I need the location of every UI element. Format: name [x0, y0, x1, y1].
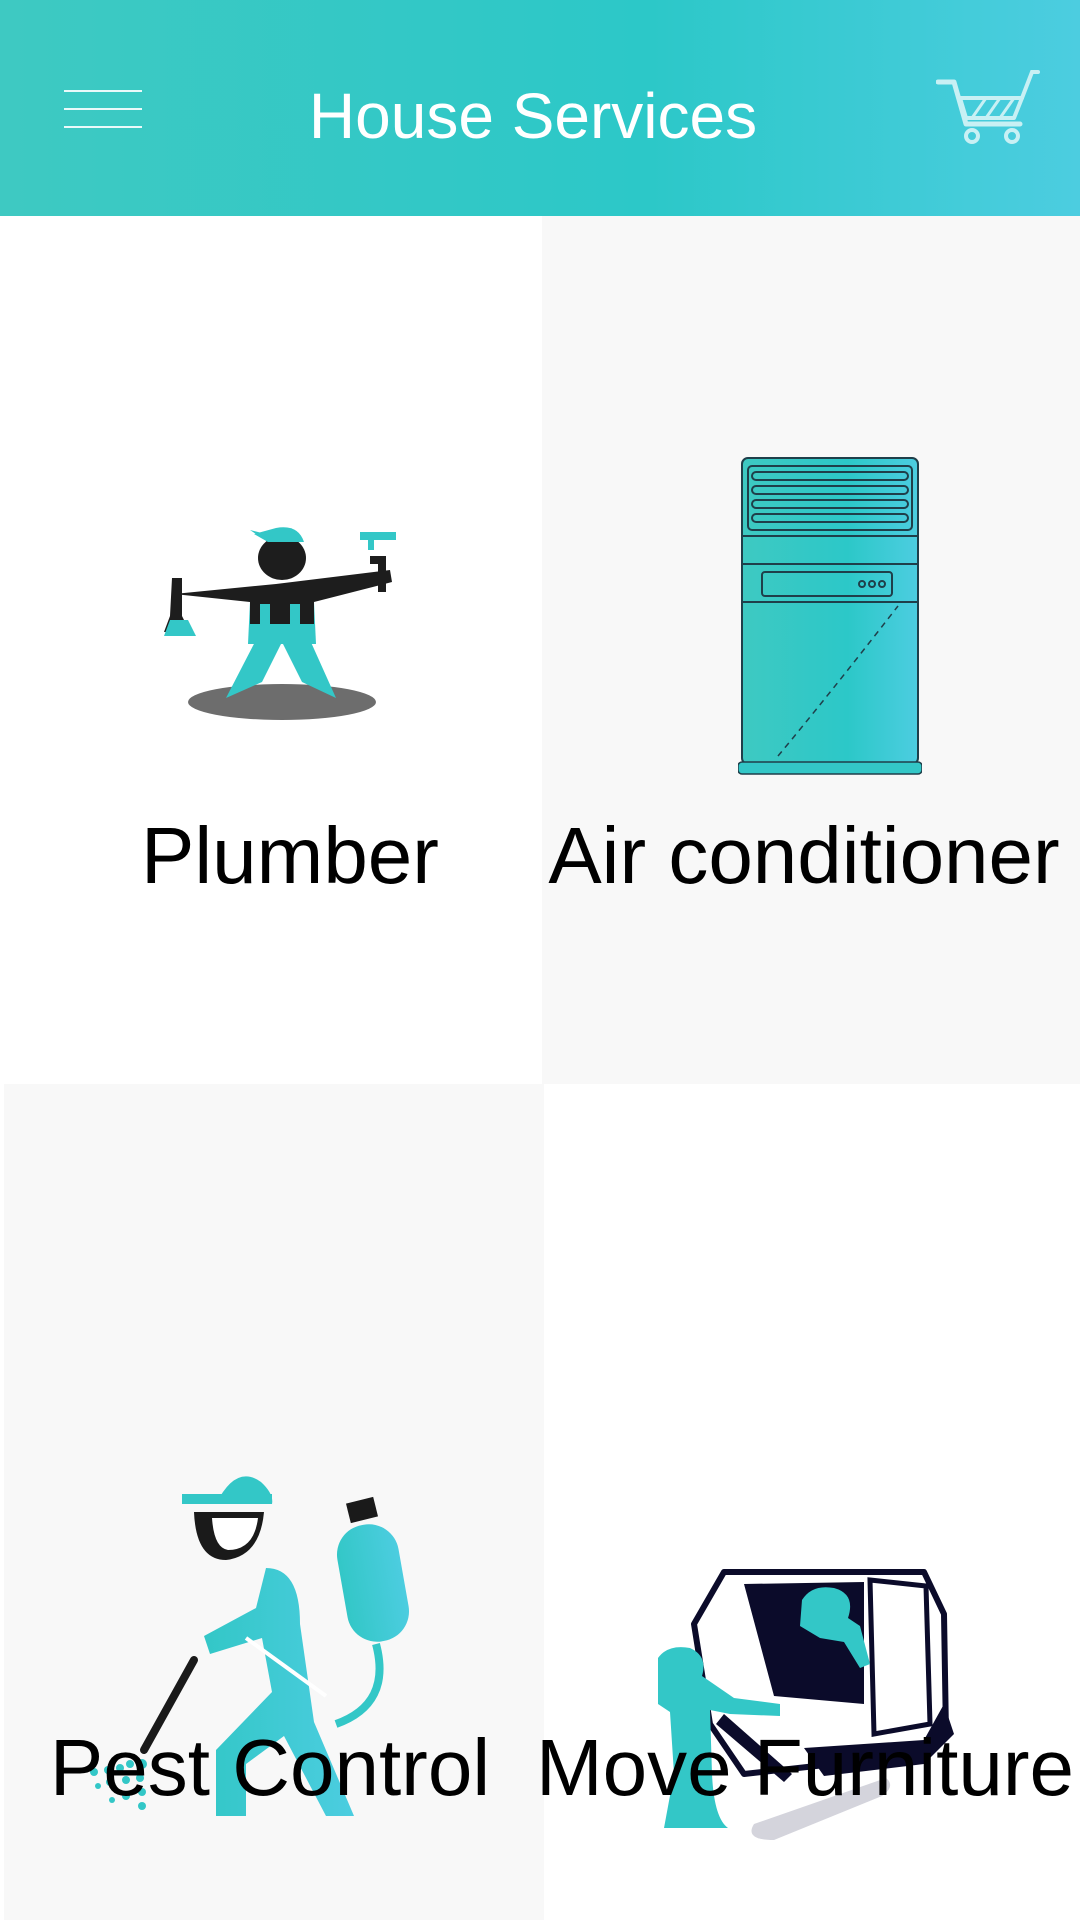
- app-bar: House Services: [0, 0, 1080, 216]
- cart-button[interactable]: [935, 68, 1040, 148]
- service-tile-move-furniture[interactable]: Move Furniture: [536, 1084, 1080, 1920]
- service-label: Pest Control: [49, 1723, 491, 1812]
- shopping-cart-icon: [935, 70, 1040, 144]
- page-title: House Services: [308, 80, 758, 152]
- plumber-icon: [164, 527, 396, 720]
- service-label: Move Furniture: [536, 1723, 1074, 1812]
- service-label: Plumber: [141, 811, 439, 900]
- services-grid: Plumber Air conditioner Pest Control Mov…: [0, 216, 1080, 1920]
- service-tile-pest-control[interactable]: Pest Control: [4, 1084, 544, 1920]
- service-tile-air-conditioner[interactable]: Air conditioner: [542, 216, 1080, 1084]
- air-conditioner-icon: [738, 457, 922, 775]
- service-label: Air conditioner: [548, 811, 1060, 900]
- service-tile-plumber[interactable]: Plumber: [0, 216, 540, 1084]
